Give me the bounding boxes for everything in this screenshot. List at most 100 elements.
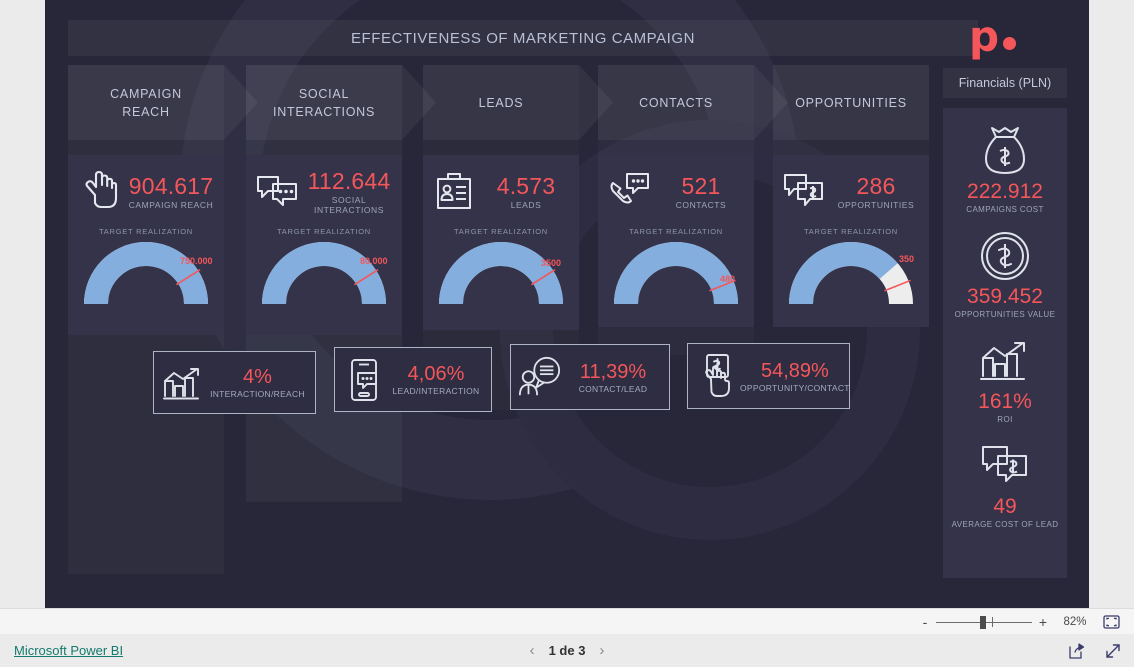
chat-bubbles-icon — [254, 173, 300, 209]
status-bar-actions — [1068, 642, 1122, 660]
kpi-card-social-interactions[interactable]: 112.644 SOCIAL INTERACTIONS TARGET REALI… — [246, 155, 402, 335]
conversion-text: 4,06% LEAD/INTERACTION — [387, 363, 485, 396]
gauge-target-value: 3500 — [541, 258, 562, 268]
page-navigator: ‹ 1 de 3 › — [530, 643, 605, 659]
financial-label: AVERAGE COST OF LEAD — [951, 520, 1059, 529]
financial-value: 161% — [978, 390, 1032, 413]
kpi-label: LEADS — [510, 199, 542, 210]
financials-title: Financials (PLN) — [958, 76, 1052, 90]
fullscreen-icon[interactable] — [1104, 642, 1122, 660]
id-badge-icon — [431, 170, 477, 212]
financials-title-banner: Financials (PLN) — [943, 68, 1067, 98]
funnel-stage-label: LEADS — [478, 95, 524, 110]
kpi-text: 112.644 SOCIAL INTERACTIONS — [300, 168, 396, 215]
report-title-banner: EFFECTIVENESS OF MARKETING CAMPAIGN — [68, 20, 978, 56]
funnel-stage-label: SOCIAL INTERACTIONS — [272, 86, 376, 119]
kpi-value: 904.617 — [128, 172, 214, 199]
conversion-label: INTERACTION/REACH — [210, 389, 305, 399]
conversion-text: 4% INTERACTION/REACH — [206, 366, 309, 399]
zoom-slider[interactable] — [936, 615, 1032, 629]
funnel-stage-campaign-reach[interactable]: CAMPAIGN REACH — [68, 65, 224, 140]
financials-panel: 222.912 CAMPAIGNS COST 359.452 OPPORTUNI… — [943, 108, 1067, 578]
power-bi-brand-link[interactable]: Microsoft Power BI — [14, 643, 123, 658]
zoom-in-button[interactable]: + — [1034, 615, 1052, 629]
bar-chart-arrow-icon — [943, 332, 1067, 390]
target-realization-caption: TARGET REALIZATION — [454, 227, 548, 236]
conversion-text: 54,89% OPPORTUNITY/CONTACT — [740, 360, 850, 393]
target-gauge: 480 — [612, 242, 740, 306]
hand-money-card-icon — [694, 353, 740, 399]
funnel-stage-leads[interactable]: LEADS — [423, 65, 579, 140]
kpi-value: 521 — [681, 172, 721, 199]
chevron-left-icon[interactable]: ‹ — [530, 643, 535, 658]
target-gauge: 3500 — [437, 242, 565, 306]
funnel-stage-contacts[interactable]: CONTACTS — [598, 65, 754, 140]
conversion-label: CONTACT/LEAD — [578, 383, 648, 394]
kpi-header: 4.573 LEADS — [423, 155, 579, 217]
conversion-text: 11,39% CONTACT/LEAD — [563, 361, 663, 394]
conversion-label: LEAD/INTERACTION — [392, 386, 480, 396]
kpi-label: CAMPAIGN REACH — [128, 199, 214, 210]
conversion-value: 4,06% — [407, 363, 465, 385]
conversion-value: 4% — [243, 366, 272, 388]
status-bar: Microsoft Power BI ‹ 1 de 3 › — [0, 634, 1134, 667]
mobile-chat-icon — [341, 358, 387, 402]
zoom-slider-tick — [992, 616, 993, 627]
financial-label: ROI — [997, 415, 1013, 424]
logo-dot-icon — [1003, 36, 1017, 50]
kpi-header: 286 OPPORTUNITIES — [773, 155, 929, 217]
conversion-value: 54,89% — [760, 359, 829, 382]
conversion-card-contact-lead[interactable]: 11,39% CONTACT/LEAD — [510, 344, 670, 410]
chat-dollar-icon — [943, 437, 1067, 495]
brand-logo: p — [969, 14, 1043, 60]
gauge-target-value: 750.000 — [180, 256, 213, 266]
kpi-header: 112.644 SOCIAL INTERACTIONS — [246, 155, 402, 217]
kpi-card-opportunities[interactable]: 286 OPPORTUNITIES TARGET REALIZATION 350 — [773, 155, 929, 327]
financial-value: 359.452 — [967, 285, 1043, 308]
phone-chat-icon — [606, 171, 652, 211]
financial-label: CAMPAIGNS COST — [966, 205, 1044, 214]
kpi-value: 4.573 — [496, 172, 556, 199]
target-realization-caption: TARGET REALIZATION — [804, 227, 898, 236]
gauge-target-value: 80.000 — [360, 256, 388, 266]
share-icon[interactable] — [1068, 642, 1086, 660]
conversion-card-interaction-reach[interactable]: 4% INTERACTION/REACH — [153, 351, 316, 414]
dollar-coin-icon — [943, 227, 1067, 285]
target-gauge: 350 — [787, 242, 915, 306]
funnel-stage-label: OPPORTUNITIES — [795, 95, 907, 110]
kpi-label: SOCIAL INTERACTIONS — [314, 194, 384, 215]
kpi-card-campaign-reach[interactable]: 904.617 CAMPAIGN REACH TARGET REALIZATIO… — [68, 155, 224, 335]
kpi-value: 286 — [856, 172, 896, 199]
kpi-text: 4.573 LEADS — [477, 173, 573, 210]
gauge-target-value: 480 — [720, 274, 736, 284]
target-gauge: 80.000 — [260, 242, 388, 306]
kpi-card-leads[interactable]: 4.573 LEADS TARGET REALIZATION 3500 — [423, 155, 579, 330]
bar-chart-arrow-icon — [160, 365, 206, 401]
funnel-stage-label: CAMPAIGN REACH — [110, 86, 182, 119]
kpi-text: 521 CONTACTS — [652, 173, 748, 210]
funnel-stage-social-interactions[interactable]: SOCIAL INTERACTIONS — [246, 65, 402, 140]
financial-item-opportunities-value[interactable]: 359.452 OPPORTUNITIES VALUE — [943, 227, 1067, 319]
financial-item-roi[interactable]: 161% ROI — [943, 332, 1067, 424]
financial-value: 49 — [993, 495, 1017, 518]
report-canvas: EFFECTIVENESS OF MARKETING CAMPAIGN p CA… — [45, 0, 1089, 608]
kpi-value: 112.644 — [307, 167, 391, 194]
fit-to-page-icon[interactable] — [1098, 614, 1124, 629]
financial-item-average-cost-of-lead[interactable]: 49 AVERAGE COST OF LEAD — [943, 437, 1067, 529]
zoom-slider-handle[interactable] — [980, 615, 986, 629]
person-speech-icon — [517, 355, 563, 399]
zoom-level-label: 82% — [1063, 615, 1087, 628]
kpi-text: 904.617 CAMPAIGN REACH — [122, 173, 218, 210]
logo-letter: p — [969, 12, 1000, 61]
gauge-target-value: 350 — [899, 254, 915, 264]
conversion-card-opportunity-contact[interactable]: 54,89% OPPORTUNITY/CONTACT — [687, 343, 850, 409]
page-indicator: 1 de 3 — [548, 643, 586, 658]
chevron-right-icon[interactable]: › — [599, 643, 604, 658]
kpi-card-contacts[interactable]: 521 CONTACTS TARGET REALIZATION 480 — [598, 155, 754, 327]
conversion-card-lead-interaction[interactable]: 4,06% LEAD/INTERACTION — [334, 347, 492, 412]
financial-item-campaigns-cost[interactable]: 222.912 CAMPAIGNS COST — [943, 122, 1067, 214]
financial-label: OPPORTUNITIES VALUE — [954, 310, 1056, 319]
kpi-header: 904.617 CAMPAIGN REACH — [68, 155, 224, 217]
funnel-stage-opportunities[interactable]: OPPORTUNITIES — [773, 65, 929, 140]
zoom-out-button[interactable]: - — [916, 615, 934, 629]
